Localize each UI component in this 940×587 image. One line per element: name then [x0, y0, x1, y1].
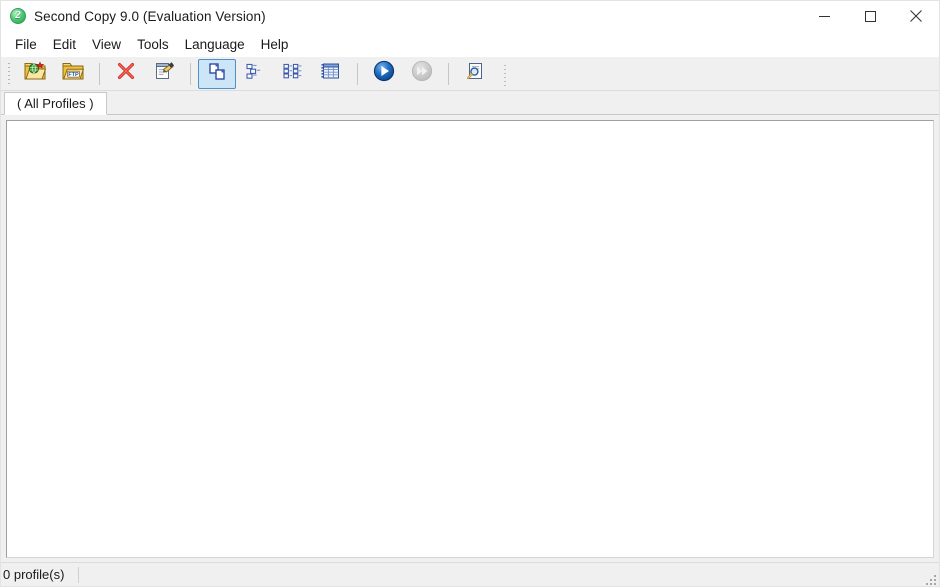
toolbar: FTP [1, 57, 939, 91]
menu-item-edit[interactable]: Edit [45, 34, 84, 55]
tab-strip-empty-area [107, 91, 939, 114]
toolbar-separator-2 [190, 62, 191, 85]
tab-all-profiles[interactable]: ( All Profiles ) [4, 92, 107, 115]
window-resize-grip[interactable] [922, 571, 936, 585]
menu-item-tools[interactable]: Tools [129, 34, 177, 55]
menu-bar: File Edit View Tools Language Help [1, 31, 939, 57]
toolbar-separator-3 [357, 62, 358, 85]
list-view-icon [282, 61, 304, 86]
main-content-area [1, 115, 939, 562]
run-all-fast-forward-icon [410, 59, 434, 88]
view-large-icons-button[interactable] [198, 58, 236, 89]
view-log-magnifier-icon [465, 61, 485, 86]
small-icons-view-icon [244, 61, 266, 86]
profile-list-pane[interactable] [6, 120, 934, 558]
delete-x-icon [116, 61, 136, 86]
profile-properties-button[interactable] [145, 59, 183, 89]
new-profile-button[interactable] [16, 59, 54, 89]
view-small-icons-button[interactable] [236, 59, 274, 89]
details-view-icon [320, 61, 342, 86]
close-icon[interactable] [893, 1, 939, 31]
large-icons-view-icon [206, 61, 228, 86]
view-list-button[interactable] [274, 59, 312, 89]
run-all-profiles-button[interactable] [403, 59, 441, 89]
svg-text:FTP: FTP [68, 72, 79, 78]
profile-properties-icon [154, 61, 175, 86]
view-details-button[interactable] [312, 59, 350, 89]
window-controls [801, 1, 939, 31]
toolbar-separator-4 [448, 62, 449, 85]
maximize-icon[interactable] [847, 1, 893, 31]
application-window: Second Copy 9.0 (Evaluation Version) Fil… [0, 0, 940, 587]
toolbar-overflow-grip[interactable] [500, 60, 510, 87]
second-copy-logo-icon [10, 8, 26, 24]
run-profile-button[interactable] [365, 59, 403, 89]
menu-item-help[interactable]: Help [253, 34, 297, 55]
new-ftp-profile-button[interactable]: FTP [54, 59, 92, 89]
delete-profile-button[interactable] [107, 59, 145, 89]
minimize-icon[interactable] [801, 1, 847, 31]
menu-item-language[interactable]: Language [177, 34, 253, 55]
run-play-icon [372, 59, 396, 88]
toolbar-drag-grip[interactable] [4, 60, 14, 87]
status-profile-count: 0 profile(s) [3, 567, 65, 582]
view-log-button[interactable] [456, 59, 494, 89]
menu-item-view[interactable]: View [84, 34, 129, 55]
toolbar-separator-1 [99, 62, 100, 85]
status-bar-separator [78, 566, 80, 583]
profile-tab-strip: ( All Profiles ) [1, 91, 939, 115]
ftp-folder-icon: FTP [62, 61, 85, 86]
menu-item-file[interactable]: File [7, 34, 45, 55]
status-bar: 0 profile(s) [1, 562, 939, 586]
new-profile-folder-icon [24, 61, 47, 86]
window-title: Second Copy 9.0 (Evaluation Version) [34, 8, 266, 24]
title-bar: Second Copy 9.0 (Evaluation Version) [1, 1, 939, 31]
